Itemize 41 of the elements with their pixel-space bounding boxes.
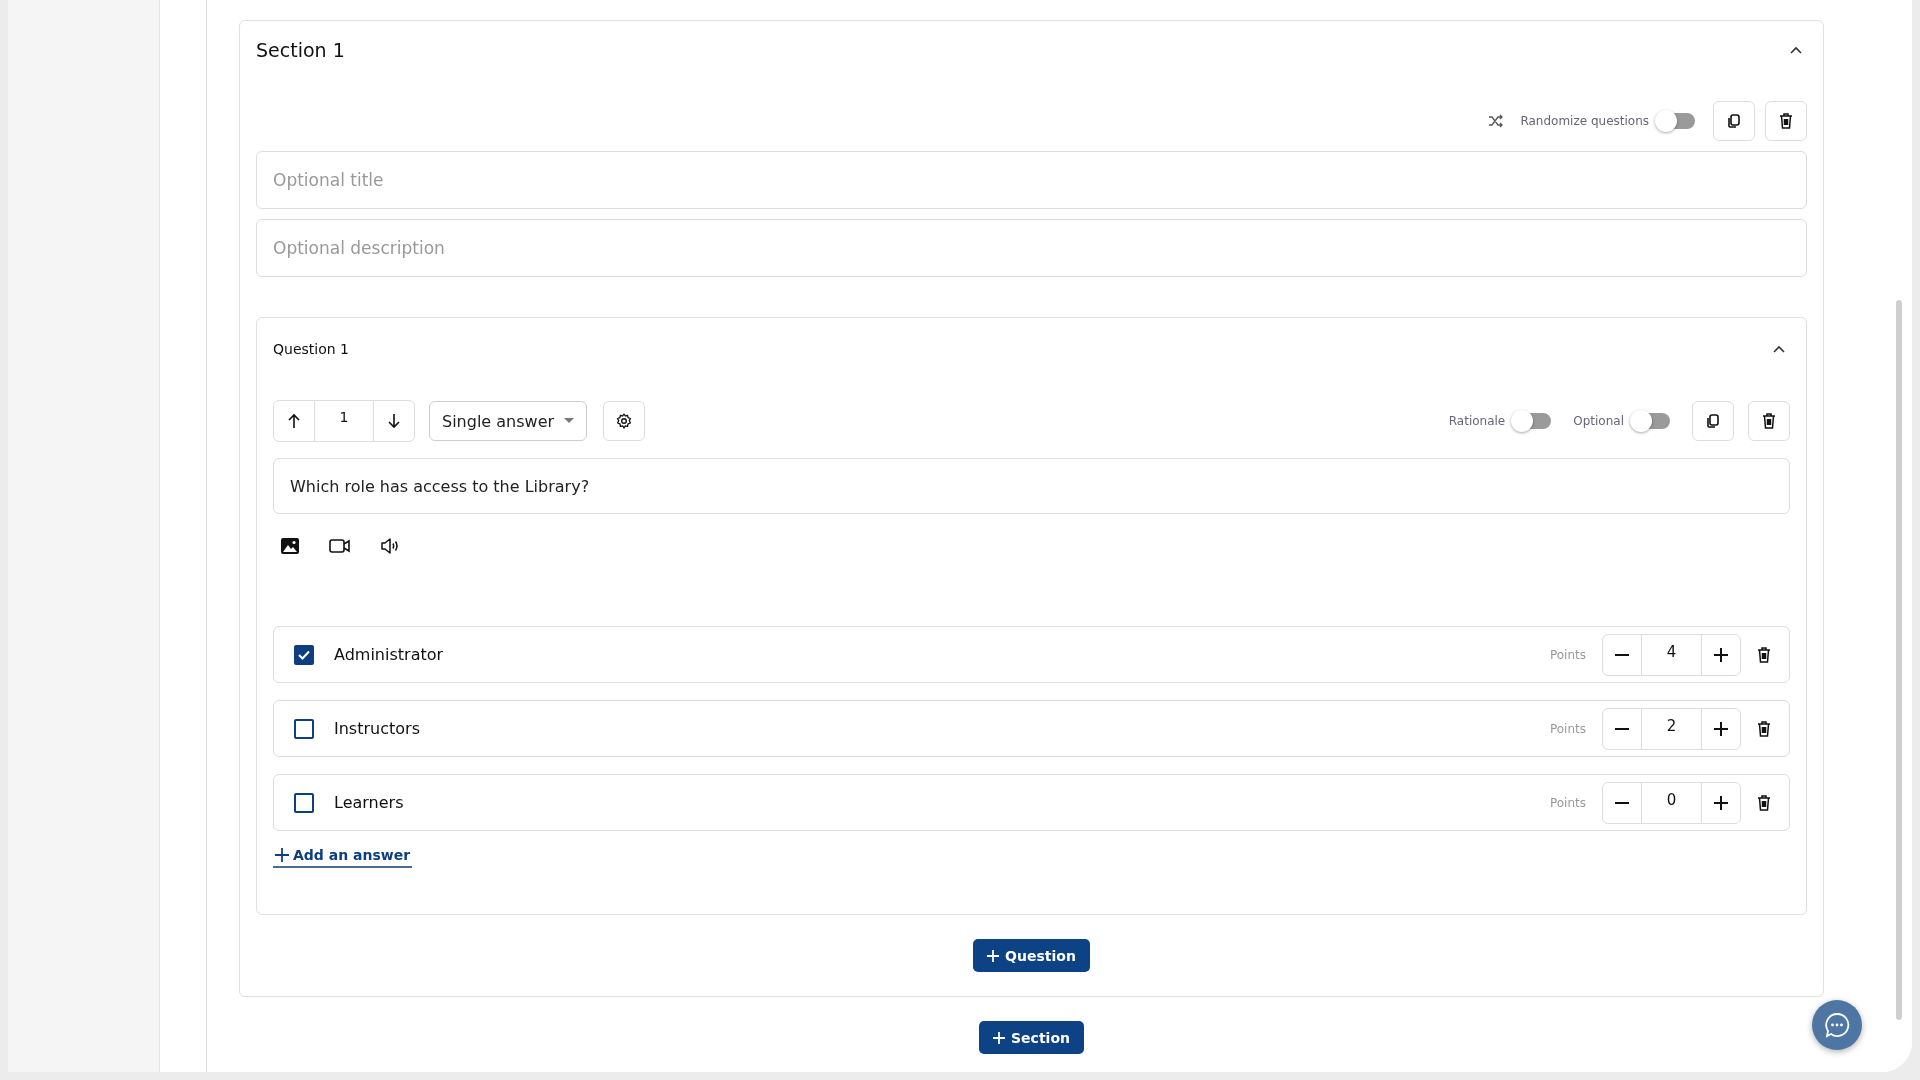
rationale-label: Rationale <box>1448 414 1506 428</box>
add-question-button[interactable]: Question <box>973 939 1090 972</box>
question-field[interactable]: Which role has access to the Library? <box>273 458 1790 514</box>
image-icon[interactable] <box>281 538 299 554</box>
checkbox[interactable] <box>294 644 314 665</box>
points-label: Points <box>1549 795 1586 810</box>
description-field[interactable]: Optional description <box>256 219 1807 277</box>
speaker-icon[interactable] <box>381 538 401 554</box>
plus-icon <box>987 949 1000 962</box>
points-label: Points <box>1549 647 1586 662</box>
section-title: Section 1 <box>256 39 345 61</box>
type-dropdown[interactable]: Single answer <box>429 401 588 441</box>
optional-label: Optional <box>1573 414 1624 428</box>
add-section-button[interactable]: Section <box>979 1021 1084 1054</box>
copy-icon[interactable] <box>1692 401 1734 441</box>
add-answer-link[interactable]: Add an answer <box>273 847 413 868</box>
plus-icon <box>275 848 289 862</box>
scrollbar-thumb[interactable] <box>1896 300 1902 1020</box>
title-field[interactable]: Optional title <box>256 151 1807 209</box>
delete-icon[interactable] <box>1765 101 1807 141</box>
caret-icon <box>564 418 575 424</box>
points-value[interactable]: 4 <box>1641 634 1702 675</box>
answer-text: Instructors <box>334 719 421 738</box>
checkbox[interactable] <box>294 792 314 813</box>
delete-icon[interactable] <box>1748 401 1790 441</box>
points-value[interactable]: 2 <box>1641 708 1702 749</box>
answer-text: Administrator <box>334 645 445 664</box>
plus-icon <box>993 1031 1005 1044</box>
points-value[interactable]: 0 <box>1641 782 1702 823</box>
randomize-label: Randomize questions <box>1520 114 1649 128</box>
chat-icon[interactable] <box>1812 1000 1862 1050</box>
checkbox[interactable] <box>294 718 314 739</box>
order-value[interactable]: 1 <box>314 401 374 441</box>
question-label: Question 1 <box>273 341 349 357</box>
copy-icon[interactable] <box>1713 101 1755 141</box>
checkmark-icon <box>298 649 310 660</box>
points-label: Points <box>1549 721 1586 736</box>
settings-icon[interactable] <box>603 401 646 441</box>
shuffle-icon <box>1488 114 1505 128</box>
video-icon[interactable] <box>329 539 351 553</box>
answer-text: Learners <box>334 793 405 812</box>
